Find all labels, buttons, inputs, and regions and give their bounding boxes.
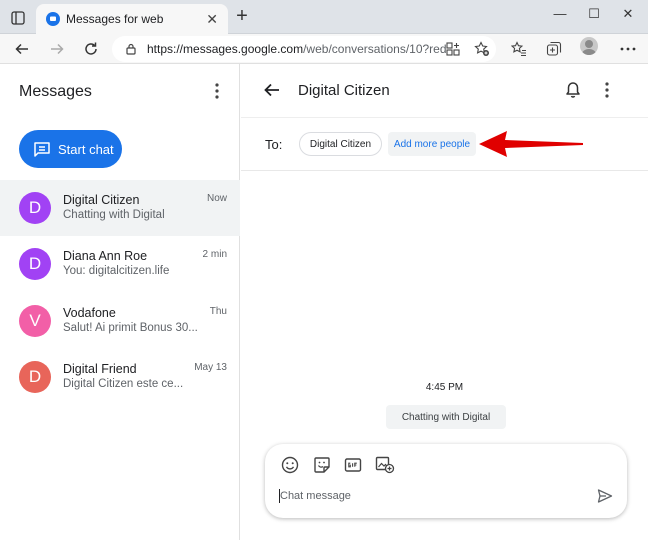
- conversation-name: Digital Friend: [63, 362, 137, 376]
- chat-add-icon: [32, 140, 52, 158]
- sidebar-title: Messages: [19, 83, 92, 100]
- conversation-time: 2 min: [202, 249, 227, 260]
- lock-icon[interactable]: [124, 42, 138, 56]
- conversation-item-vodafone[interactable]: V Vodafone Salut! Ai primit Bonus 30... …: [0, 293, 240, 349]
- conversation-time: Now: [206, 193, 227, 204]
- maximize-icon[interactable]: ☐: [581, 4, 607, 24]
- profile-avatar-icon[interactable]: [580, 37, 598, 55]
- bell-icon[interactable]: [562, 79, 584, 101]
- favorites-icon[interactable]: [508, 38, 530, 60]
- app-available-icon[interactable]: [444, 40, 462, 58]
- forward-icon[interactable]: [46, 38, 68, 60]
- conversation-item-digital-citizen[interactable]: D Digital Citizen Chatting with Digital …: [0, 180, 240, 236]
- address-bar[interactable]: https://messages.google.com/web/conversa…: [112, 36, 496, 62]
- more-menu-icon[interactable]: [617, 38, 639, 60]
- conversation-time: May 13: [194, 362, 227, 373]
- recipient-chip[interactable]: Digital Citizen: [299, 132, 382, 156]
- avatar: V: [19, 305, 51, 337]
- refresh-icon[interactable]: [80, 38, 102, 60]
- url-text[interactable]: https://messages.google.com/web/conversa…: [147, 42, 447, 56]
- conversation-menu-icon[interactable]: [597, 79, 617, 101]
- sticker-icon[interactable]: [312, 455, 332, 475]
- gif-icon[interactable]: [343, 455, 363, 475]
- conversation-item-digital-friend[interactable]: D Digital Friend Digital Citizen este ce…: [0, 349, 240, 405]
- conversation-title: Digital Citizen: [298, 82, 390, 99]
- annotation-arrow-icon: [479, 131, 583, 157]
- to-label: To:: [265, 137, 283, 152]
- browser-toolbar: https://messages.google.com/web/conversa…: [0, 34, 648, 64]
- close-window-icon[interactable]: ✕: [615, 4, 641, 24]
- add-favorite-icon[interactable]: [473, 40, 491, 58]
- back-arrow-icon[interactable]: [261, 79, 283, 101]
- back-icon[interactable]: [11, 38, 33, 60]
- add-more-people-button[interactable]: Add more people: [388, 132, 476, 156]
- close-tab-icon[interactable]: ✕: [206, 11, 218, 28]
- minimize-icon[interactable]: —: [547, 4, 573, 24]
- start-chat-button[interactable]: Start chat: [19, 130, 122, 168]
- tab-actions-icon[interactable]: [8, 8, 28, 28]
- conversation-snippet: You: digitalcitizen.life: [63, 265, 170, 277]
- attach-media-icon[interactable]: [375, 455, 395, 475]
- conversation-item-diana-ann-roe[interactable]: D Diana Ann Roe You: digitalcitizen.life…: [0, 236, 240, 292]
- recipients-row: To: Digital Citizen Add more people: [241, 118, 648, 171]
- avatar: D: [19, 192, 51, 224]
- new-tab-icon[interactable]: +: [231, 6, 253, 28]
- conversation-name: Diana Ann Roe: [63, 249, 148, 263]
- conversation-snippet: Salut! Ai primit Bonus 30...: [63, 322, 198, 334]
- browser-titlebar: Messages for web ✕ + — ☐ ✕: [0, 0, 648, 34]
- message-bubble[interactable]: Chatting with Digital: [386, 405, 506, 429]
- conversation-snippet: Chatting with Digital: [63, 209, 165, 221]
- start-chat-label: Start chat: [58, 141, 114, 157]
- sidebar-menu-icon[interactable]: [207, 81, 227, 101]
- send-icon[interactable]: [596, 487, 614, 505]
- conversation-name: Vodafone: [63, 306, 116, 320]
- message-composer: Chat message: [265, 444, 627, 518]
- conversation-snippet: Digital Citizen este ce...: [63, 378, 184, 390]
- conversation-name: Digital Citizen: [63, 193, 140, 207]
- avatar: D: [19, 248, 51, 280]
- conversation-time: Thu: [209, 306, 227, 317]
- conversation-pane: Digital Citizen To: Digital Citizen Add …: [241, 64, 648, 540]
- messages-favicon-icon: [46, 12, 60, 26]
- conversation-sidebar: Messages Start chat D Digital Citizen Ch…: [0, 64, 240, 540]
- avatar: D: [19, 361, 51, 393]
- chat-message-input[interactable]: Chat message: [279, 489, 351, 503]
- emoji-icon[interactable]: [280, 455, 300, 475]
- tab-title: Messages for web: [66, 12, 164, 26]
- conversation-header: Digital Citizen: [241, 64, 648, 118]
- message-timestamp: 4:45 PM: [425, 382, 464, 393]
- collections-icon[interactable]: [543, 38, 565, 60]
- browser-tab[interactable]: Messages for web ✕: [36, 4, 228, 34]
